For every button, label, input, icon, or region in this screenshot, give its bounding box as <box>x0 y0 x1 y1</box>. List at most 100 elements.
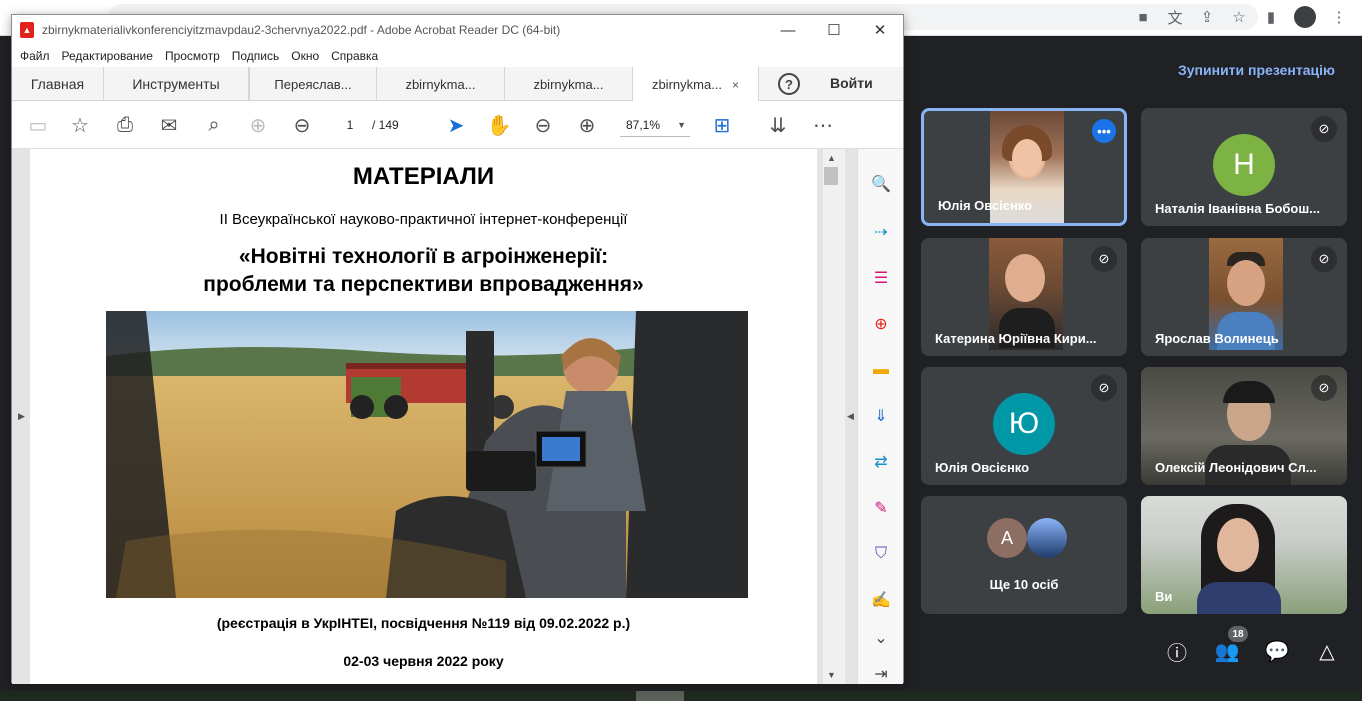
share-icon[interactable]: ⇪ <box>1198 8 1216 26</box>
camera-icon[interactable]: ■ <box>1134 8 1152 26</box>
compress-icon[interactable]: ⇄ <box>870 451 892 473</box>
stop-presentation-button[interactable]: Зупинити презентацію <box>1178 62 1335 78</box>
zoom-value: 87,1% <box>626 117 661 132</box>
save-icon[interactable]: ▭ <box>26 113 50 137</box>
side-panel-icon[interactable]: ▮ <box>1262 8 1280 26</box>
comment-icon[interactable]: ▬ <box>870 359 892 381</box>
help-icon[interactable]: ? <box>778 73 800 95</box>
participant-tile[interactable]: ⊘ Н Наталія Іванівна Бобош... <box>1141 108 1347 226</box>
conference-dates: 02-03 червня 2022 року <box>343 653 504 669</box>
request-signature-icon[interactable]: ✍ <box>870 589 892 611</box>
title-bar: ▲ zbirnykmaterialivkonferenciyitzmavpdau… <box>12 15 903 45</box>
more-vert-icon[interactable]: ⋮ <box>1330 8 1348 26</box>
select-cursor-icon[interactable]: ➤ <box>444 113 468 137</box>
menu-edit[interactable]: Редактирование <box>62 49 153 63</box>
sign-in-button[interactable]: Войти <box>830 75 873 91</box>
mic-off-icon: ⊘ <box>1311 116 1337 142</box>
close-icon[interactable]: ✕ <box>857 15 903 45</box>
more-options-icon[interactable]: ••• <box>1092 119 1116 143</box>
page-down-icon[interactable]: ⊖ <box>290 113 314 137</box>
hand-tool-icon[interactable]: ✋ <box>487 113 512 137</box>
activities-icon[interactable]: △ <box>1314 638 1340 664</box>
chevron-down-icon[interactable]: ⌄ <box>870 627 892 649</box>
fill-sign-icon[interactable]: ✎ <box>870 497 892 519</box>
chat-icon[interactable]: 💬 <box>1264 638 1290 664</box>
page-number-input[interactable]: 1 <box>334 113 366 137</box>
tab-document[interactable]: zbirnykma... <box>377 67 505 101</box>
document-heading: МАТЕРІАЛИ <box>352 163 495 190</box>
menu-help[interactable]: Справка <box>331 49 378 63</box>
menu-view[interactable]: Просмотр <box>165 49 220 63</box>
left-panel-toggle-icon[interactable]: ▶ <box>18 411 25 422</box>
window-title: zbirnykmaterialivkonferenciyitzmavpdau2-… <box>42 23 561 37</box>
document-title-line: «Новітні технології в агроінженерії: <box>238 245 609 268</box>
protect-icon[interactable]: ⛉ <box>870 543 892 565</box>
email-icon[interactable]: ✉ <box>157 113 181 137</box>
participant-group-tile[interactable]: А Ще 10 осіб <box>921 496 1127 614</box>
tab-document[interactable]: zbirnykma... <box>505 67 633 101</box>
toolbar: ▭ ☆ ⎙ ✉ ⌕ ⊕ ⊖ 1 / 149 ➤ ✋ ⊖ ⊕ 87,1% ▼ ⊞ … <box>12 101 903 149</box>
mic-off-icon: ⊘ <box>1311 375 1337 401</box>
pdf-page: МАТЕРІАЛИ ІІ Всеукраїнської науково-прак… <box>30 149 817 684</box>
participant-name: Ярослав Волинець <box>1155 331 1279 346</box>
tab-home[interactable]: Главная <box>12 67 104 101</box>
info-icon[interactable]: ⓘ <box>1164 638 1190 665</box>
document-viewport[interactable]: ▶ МАТЕРІАЛИ ІІ Всеукраїнської науково-пр… <box>12 149 857 684</box>
vertical-scrollbar[interactable]: ▲ ▼ <box>823 149 845 684</box>
profile-avatar[interactable] <box>1294 6 1316 28</box>
zoom-out-icon[interactable]: ⊖ <box>531 113 555 137</box>
maximize-icon[interactable]: ☐ <box>811 15 857 45</box>
document-subheading: ІІ Всеукраїнської науково-практичної інт… <box>219 211 628 228</box>
collapse-pane-icon[interactable]: ⇥ <box>870 663 892 685</box>
bookmark-star-icon[interactable]: ☆ <box>1230 8 1248 26</box>
tab-document[interactable]: Переяслав... <box>249 67 377 101</box>
participant-tile[interactable]: ⊘ Ю Юлія Овсієнко <box>921 367 1127 485</box>
acrobat-window: ▲ zbirnykmaterialivkonferenciyitzmavpdau… <box>11 14 904 685</box>
translate-icon[interactable]: 文 <box>1166 8 1184 27</box>
participant-tile[interactable]: ⊘ Ярослав Волинець <box>1141 238 1347 356</box>
page-up-icon[interactable]: ⊕ <box>246 113 270 137</box>
zoom-select[interactable]: 87,1% ▼ <box>620 113 690 137</box>
tab-document-active[interactable]: zbirnykma... × <box>633 67 759 102</box>
menu-sign[interactable]: Подпись <box>232 49 280 63</box>
print-icon[interactable]: ⎙ <box>113 113 137 137</box>
participant-tile[interactable]: ⊘ Олексій Леонідович Сл... <box>1141 367 1347 485</box>
page-total: / 149 <box>372 118 399 132</box>
scroll-down-icon[interactable]: ▼ <box>827 670 836 680</box>
cover-photo <box>106 311 748 598</box>
tab-label: zbirnykma... <box>651 77 723 92</box>
create-pdf-icon[interactable]: ⊕ <box>870 313 892 335</box>
search-icon[interactable]: ⌕ <box>202 113 226 137</box>
menu-window[interactable]: Окно <box>291 49 319 63</box>
taskbar-app[interactable] <box>636 691 684 701</box>
zoom-in-icon[interactable]: ⊕ <box>575 113 599 137</box>
fit-page-icon[interactable]: ⊞ <box>710 113 734 137</box>
more-tools-icon[interactable]: ⋯ <box>811 113 835 137</box>
scroll-mode-icon[interactable]: ⇊ <box>766 113 790 137</box>
registration-text: (реєстрація в УкрІНТЕІ, посвідчення №119… <box>216 615 631 631</box>
participant-name: Наталія Іванівна Бобош... <box>1155 201 1321 216</box>
mic-off-icon: ⊘ <box>1091 375 1117 401</box>
export-pdf-icon[interactable]: ⇢ <box>870 221 892 243</box>
scroll-thumb[interactable] <box>824 167 838 185</box>
right-panel-toggle-icon[interactable]: ◀ <box>847 411 854 422</box>
organize-pages-icon[interactable]: ☰ <box>870 267 892 289</box>
mic-off-icon: ⊘ <box>1311 246 1337 272</box>
participant-tile[interactable]: ⊘ Катерина Юріївна Кири... <box>921 238 1127 356</box>
bookmark-star-icon[interactable]: ☆ <box>68 113 92 137</box>
participant-name: Юлія Овсієнко <box>935 460 1030 475</box>
tab-close-icon[interactable]: × <box>732 78 739 92</box>
enhance-scan-icon[interactable]: 🔍 <box>870 173 892 195</box>
minimize-icon[interactable]: — <box>765 15 811 45</box>
participant-name: Катерина Юріївна Кири... <box>935 331 1097 346</box>
participant-avatar: А <box>987 518 1027 558</box>
participant-tile[interactable]: ••• Юлія Овсієнко <box>921 108 1127 226</box>
document-title-line: проблеми та перспективи впровадження» <box>203 273 644 296</box>
scroll-up-icon[interactable]: ▲ <box>827 153 836 163</box>
chevron-down-icon: ▼ <box>677 119 686 130</box>
menu-file[interactable]: Файл <box>20 49 50 63</box>
self-video-tile[interactable]: Ви <box>1141 496 1347 614</box>
tab-tools[interactable]: Инструменты <box>104 67 249 101</box>
participant-count-badge: 18 <box>1228 626 1248 642</box>
combine-files-icon[interactable]: ⇓ <box>870 405 892 427</box>
